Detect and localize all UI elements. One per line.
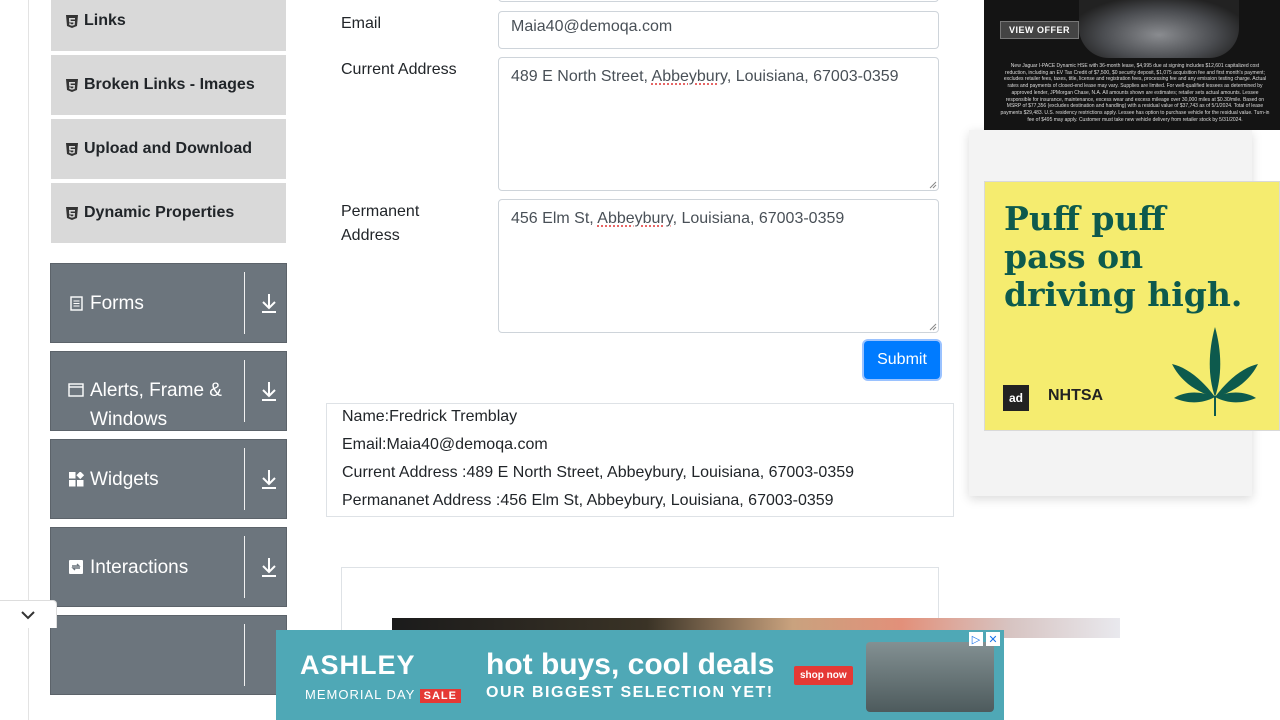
current-address-field[interactable]: 489 E North Street, Abbeybury, Louisiana… [498,57,939,191]
headline-line: Puff puff [1004,199,1166,238]
sidebar-item-dynamic-properties[interactable]: Dynamic Properties [51,183,286,245]
close-icon[interactable]: ✕ [986,632,1000,646]
ad-council-logo: ad [1003,385,1029,411]
shop-now-button[interactable]: shop now [794,666,853,685]
headline-line: pass on [1004,237,1144,276]
group-title: Alerts, Frame & Windows [90,380,222,430]
view-offer-button[interactable]: VIEW OFFER [1000,21,1079,39]
download-icon[interactable] [259,380,279,402]
download-icon[interactable] [259,468,279,490]
window-icon [68,382,84,398]
sidebar-item-upload-download[interactable]: Upload and Download [51,119,286,181]
divider [244,448,245,510]
sidebar-group-forms[interactable]: Forms [50,263,287,343]
permanent-address-field[interactable]: 456 Elm St, Abbeybury, Louisiana, 67003-… [498,199,939,333]
sidebar-group-alerts-frame-windows[interactable]: Alerts, Frame & Windows [50,351,287,431]
output-permanent-address: Permananet Address :456 Elm St, Abbeybur… [342,492,834,509]
adchoices-icon[interactable]: ▷ [969,632,983,646]
form-icon [68,295,84,311]
sidebar-group-widgets[interactable]: Widgets [50,439,287,519]
ad-headline: hot buys, cool deals [486,648,775,681]
chevron-down-icon [21,610,35,619]
spellcheck-word: Abbeybury [651,68,727,85]
psa-ad[interactable]: Puff puff pass on driving high. ad NHTSA [984,181,1280,431]
output-current-address: Current Address :489 E North Street, Abb… [342,464,855,481]
ad-subtitle: MEMORIAL DAY SALE [305,687,461,703]
address-text: , Louisiana, 67003-0359 [672,210,845,227]
sale-badge: SALE [419,689,461,703]
sidebar-item-label: Broken Links - Images [84,76,255,93]
sidebar-item-broken-links[interactable]: Broken Links - Images [51,55,286,117]
ashley-logo: ASHLEY [300,650,416,680]
email-value: Maia40@demoqa.com [511,18,673,35]
page: Links Broken Links - Images Upload and D… [0,0,1280,720]
group-title: Forms [90,292,144,314]
collapse-toggle[interactable] [0,600,57,628]
output-panel: Name:Fredrick Tremblay Email:Maia40@demo… [326,403,954,517]
resize-handle-icon[interactable] [929,323,937,331]
download-icon[interactable] [259,292,279,314]
sidebar-item-label: Upload and Download [84,140,252,157]
ad-tagline: OUR BIGGEST SELECTION YET! [486,684,774,701]
html5-icon [66,142,78,156]
html5-icon [66,78,78,92]
label-line: Address [341,227,400,244]
address-text: 456 Elm St, [511,210,598,227]
sale-text: MEMORIAL DAY [305,687,416,702]
divider [244,360,245,422]
group-title: Widgets [90,468,159,490]
widgets-icon [68,471,84,487]
address-text: 489 E North Street, [511,68,652,85]
sidebar-item-label: Dynamic Properties [84,204,235,221]
cannabis-leaf-icon [1172,327,1258,416]
permanent-address-label: Permanent Address [341,200,419,248]
output-name: Name:Fredrick Tremblay [342,408,518,425]
divider [244,536,245,598]
output-email: Email:Maia40@demoqa.com [342,436,548,453]
label-line: Permanent [341,203,420,220]
divider [244,624,245,686]
group-title: Interactions [90,556,189,578]
download-icon[interactable] [259,556,279,578]
ad-headline: Puff puff pass on driving high. [1004,200,1242,314]
resize-handle-icon[interactable] [929,181,937,189]
sidebar-group-interactions[interactable]: Interactions [50,527,287,607]
current-address-label: Current Address [341,61,457,78]
spellcheck-word: Abbeybury [597,210,673,227]
address-text: , Louisiana, 67003-0359 [726,68,899,85]
html5-icon [66,14,78,28]
ashley-ad[interactable]: ASHLEY MEMORIAL DAY SALE hot buys, cool … [276,630,1004,720]
html5-icon [66,206,78,220]
ad-fine-print: New Jaguar I-PACE Dynamic HSE with 36-mo… [1000,63,1270,123]
sidebar-item-links[interactable]: Links [51,0,286,53]
car-ad[interactable]: VIEW OFFER New Jaguar I-PACE Dynamic HSE… [984,0,1280,130]
car-image [1079,0,1239,58]
divider [244,272,245,334]
email-field[interactable]: Maia40@demoqa.com [498,11,939,49]
interactions-icon [68,559,84,575]
full-name-field[interactable] [498,0,939,2]
nhtsa-logo: NHTSA [1048,387,1104,404]
sidebar-item-label: Links [84,12,126,29]
submit-button[interactable]: Submit [864,341,940,379]
email-label: Email [341,15,382,32]
headline-line: driving high. [1004,275,1243,314]
furniture-image [866,642,994,712]
sidebar-group-next[interactable] [50,615,287,695]
ad-controls: ▷ ✕ [969,632,1000,646]
